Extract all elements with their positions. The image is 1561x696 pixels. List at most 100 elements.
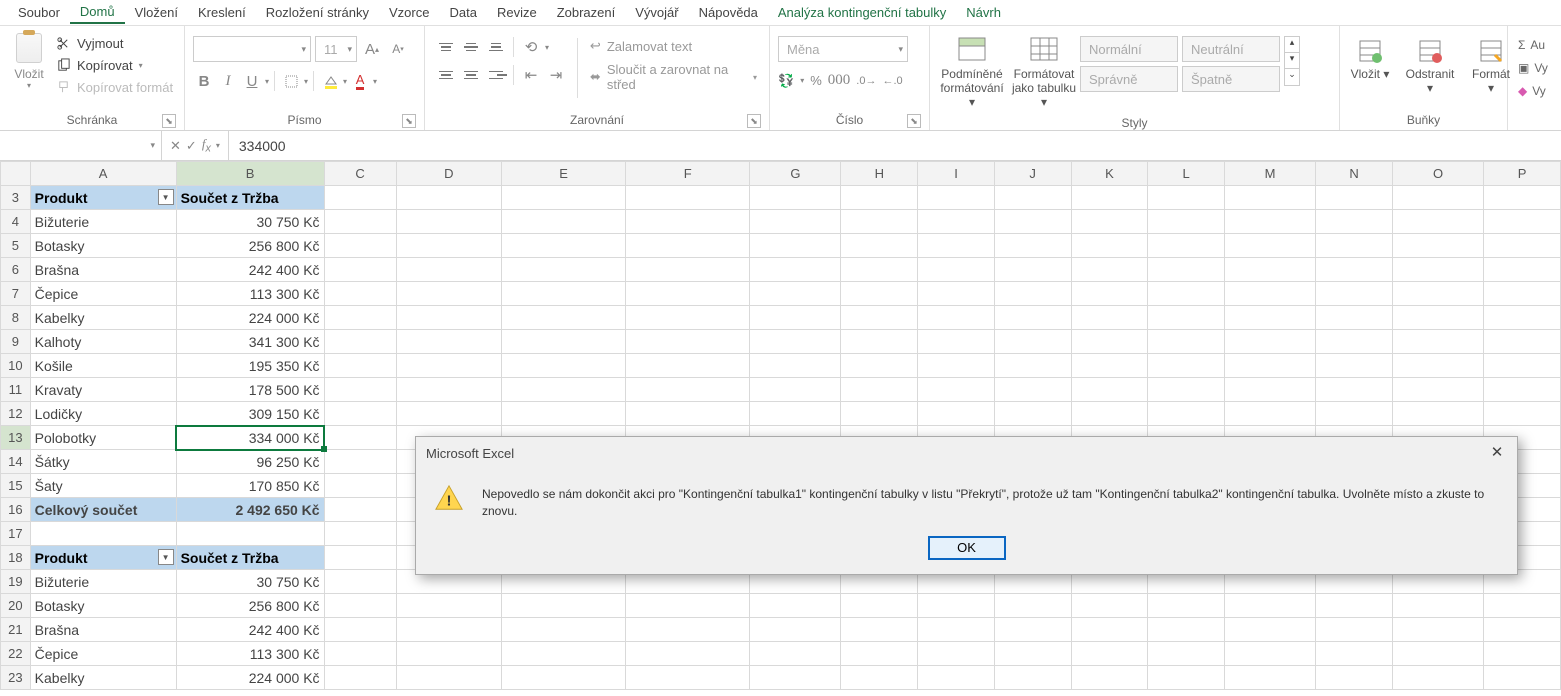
cell[interactable] [841,282,918,306]
cell[interactable] [1225,306,1316,330]
column-header-K[interactable]: K [1071,162,1148,186]
cell[interactable]: 242 400 Kč [176,618,324,642]
column-header-O[interactable]: O [1392,162,1483,186]
cell[interactable] [1225,642,1316,666]
cell[interactable] [994,210,1071,234]
cell[interactable] [1484,258,1561,282]
cell[interactable] [841,330,918,354]
cell[interactable] [1148,282,1225,306]
cell[interactable] [750,618,841,642]
cell[interactable] [1071,354,1148,378]
cell[interactable] [841,642,918,666]
column-header-E[interactable]: E [501,162,625,186]
cell[interactable] [1392,306,1483,330]
cell[interactable] [1392,378,1483,402]
orientation-button[interactable]: ⟲ [520,36,542,58]
cell[interactable] [324,282,396,306]
cell[interactable] [750,282,841,306]
cell[interactable] [994,330,1071,354]
row-header-15[interactable]: 15 [1,474,31,498]
cell[interactable] [626,594,750,618]
cell[interactable]: Košile [30,354,176,378]
cell[interactable] [1316,234,1393,258]
cell[interactable] [501,594,625,618]
cell[interactable] [918,666,995,690]
dialog-close-button[interactable]: ✕ [1487,443,1507,463]
cell[interactable] [324,210,396,234]
fill-color-button[interactable] [319,70,341,92]
insert-function-button[interactable]: fx [202,136,211,155]
insert-cells-button[interactable]: Vložit ▾ [1346,34,1394,99]
cell[interactable]: Produkt▼ [30,186,176,210]
row-header-3[interactable]: 3 [1,186,31,210]
alignment-launcher[interactable]: ⬊ [747,114,761,128]
cell[interactable] [918,186,995,210]
cell[interactable] [324,642,396,666]
cell[interactable] [396,666,501,690]
cell[interactable] [750,378,841,402]
cell[interactable] [1316,330,1393,354]
menu-vývojář[interactable]: Vývojář [625,2,688,23]
cell[interactable] [501,642,625,666]
cell[interactable] [841,354,918,378]
cell[interactable] [1071,282,1148,306]
cell[interactable] [324,450,396,474]
cell[interactable] [1316,354,1393,378]
cell[interactable] [918,234,995,258]
cell[interactable] [1148,402,1225,426]
cell[interactable]: Šátky [30,450,176,474]
cell[interactable] [918,378,995,402]
cell[interactable] [324,498,396,522]
pivot-filter-dropdown[interactable]: ▼ [158,189,174,205]
menu-soubor[interactable]: Soubor [8,2,70,23]
cell[interactable] [1392,210,1483,234]
cell[interactable]: 113 300 Kč [176,282,324,306]
dialog-ok-button[interactable]: OK [928,536,1006,560]
cell[interactable] [1148,330,1225,354]
cell[interactable] [1392,354,1483,378]
menu-vložení[interactable]: Vložení [125,2,188,23]
row-header-12[interactable]: 12 [1,402,31,426]
cell[interactable]: Kabelky [30,306,176,330]
cut-button[interactable]: Vyjmout [56,36,173,51]
cell[interactable] [1484,354,1561,378]
cell[interactable]: Brašna [30,618,176,642]
cell[interactable] [1392,330,1483,354]
cell[interactable] [1484,402,1561,426]
cell[interactable] [626,210,750,234]
cell[interactable] [1392,642,1483,666]
borders-button[interactable] [280,70,302,92]
cell[interactable] [1392,618,1483,642]
wrap-text-button[interactable]: ↩Zalamovat text [590,38,757,54]
cell[interactable] [1316,402,1393,426]
cell[interactable] [626,330,750,354]
row-header-14[interactable]: 14 [1,450,31,474]
cell[interactable] [324,546,396,570]
cell[interactable]: 178 500 Kč [176,378,324,402]
cell[interactable] [1316,210,1393,234]
cell[interactable] [501,186,625,210]
cell[interactable]: Bižuterie [30,570,176,594]
cell[interactable]: Čepice [30,282,176,306]
cell[interactable] [750,186,841,210]
cell[interactable] [626,618,750,642]
cell[interactable] [626,306,750,330]
align-top-button[interactable] [435,37,457,57]
clear-button[interactable]: ◆Vy [1518,84,1548,98]
cell[interactable] [1148,642,1225,666]
cell[interactable] [994,306,1071,330]
enter-formula-button[interactable]: ✓ [186,138,197,154]
cell[interactable]: 113 300 Kč [176,642,324,666]
cell[interactable] [324,570,396,594]
cell[interactable]: 30 750 Kč [176,570,324,594]
cell[interactable]: 256 800 Kč [176,234,324,258]
cell[interactable] [501,210,625,234]
cell[interactable] [841,306,918,330]
cell[interactable] [324,234,396,258]
cell[interactable] [1225,210,1316,234]
cell[interactable] [994,234,1071,258]
formula-input[interactable]: 334000 [229,131,1561,160]
cell[interactable] [994,186,1071,210]
cell[interactable] [626,186,750,210]
menu-nápověda[interactable]: Nápověda [689,2,768,23]
